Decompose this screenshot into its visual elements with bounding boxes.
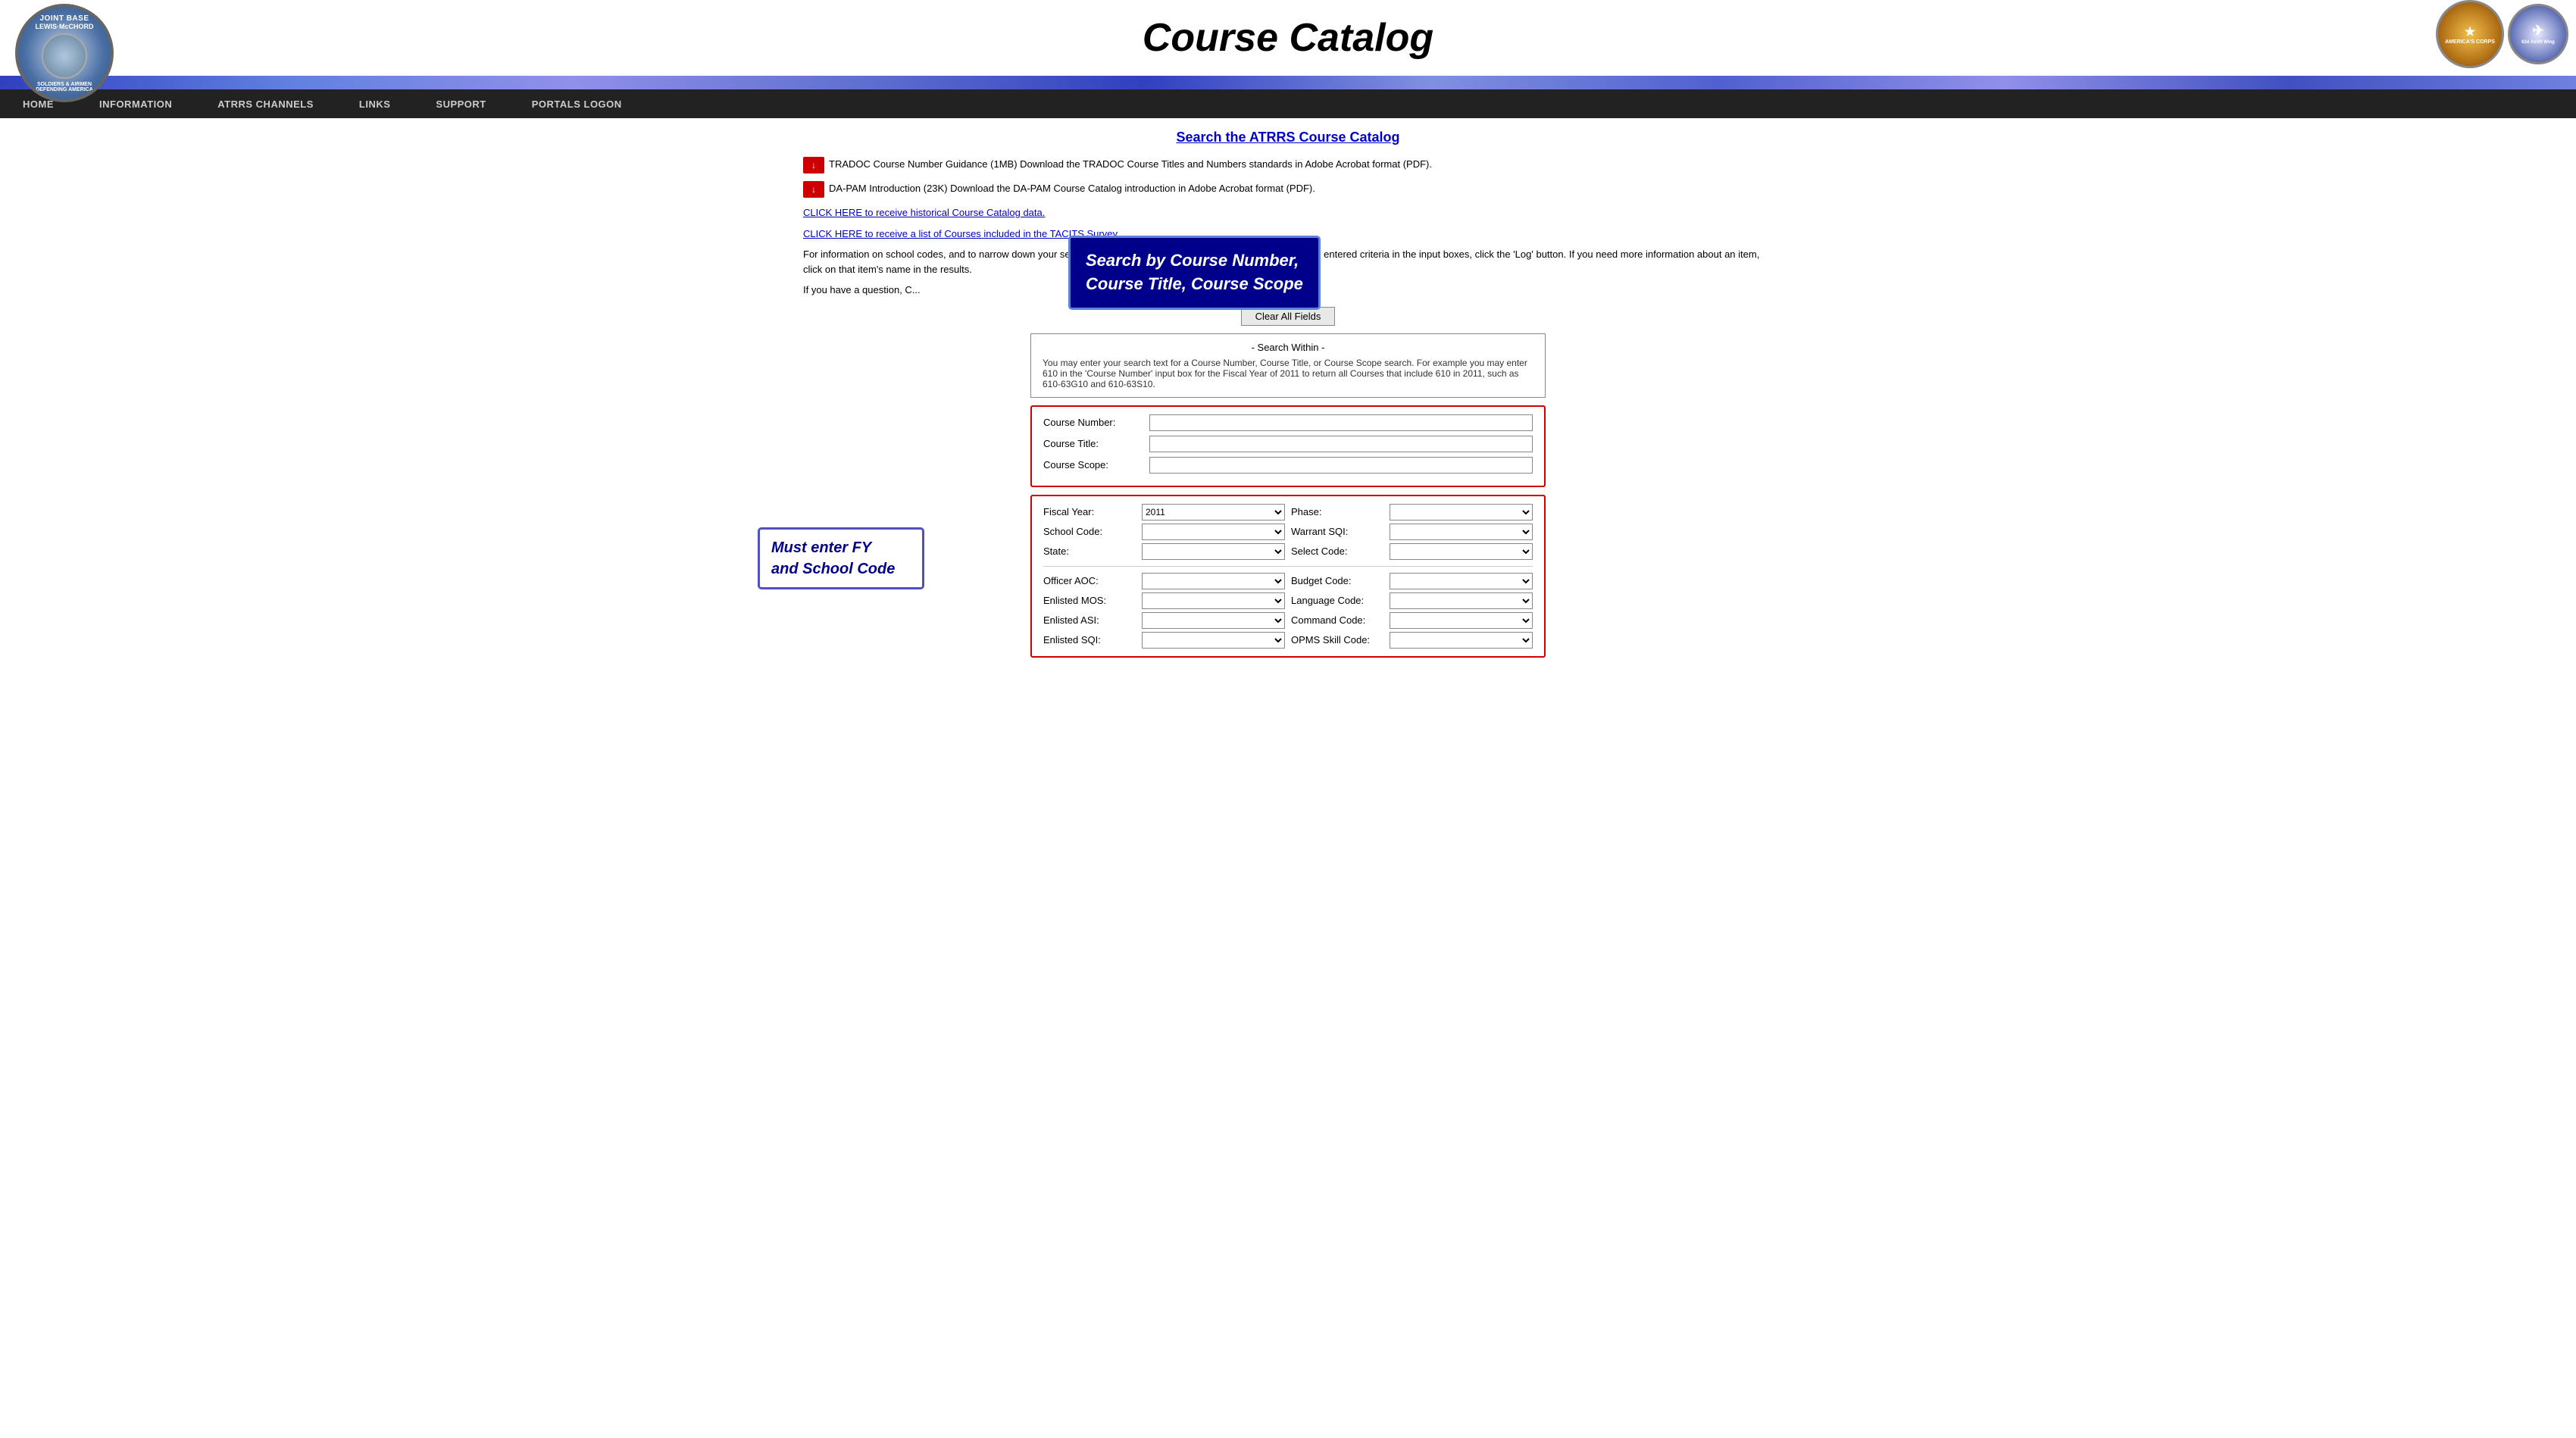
command-code-select[interactable] [1390,612,1533,629]
mos-language-row: Enlisted MOS: Language Code: [1043,592,1533,609]
command-code-col: Command Code: [1291,612,1533,629]
course-title-row: Course Title: [1043,436,1533,452]
search-within-box: - Search Within - You may enter your sea… [1030,333,1546,398]
sqi-opms-row: Enlisted SQI: OPMS Skill Code: [1043,632,1533,649]
course-scope-input[interactable] [1149,457,1533,474]
course-fields-group: Course Number: Course Title: Course Scop… [1030,405,1546,487]
state-label: State: [1043,546,1142,557]
phase-label: Phase: [1291,506,1390,517]
warrant-sqi-select[interactable] [1390,524,1533,540]
course-number-row: Course Number: [1043,414,1533,431]
aoc-budget-row: Officer AOC: Budget Code: [1043,573,1533,589]
enlisted-sqi-label: Enlisted SQI: [1043,634,1142,646]
dapam-line: DA-PAM Introduction (23K) Download the D… [803,181,1773,198]
blue-bar [0,76,2576,89]
enlisted-mos-label: Enlisted MOS: [1043,595,1142,606]
course-scope-label: Course Scope: [1043,459,1149,470]
nav-bar: HOME INFORMATION ATRRS CHANNELS LINKS SU… [0,89,2576,118]
logo-jblm: JOINT BASE LEWIS·McCHORD SOLDIERS & AIRM… [15,4,114,102]
course-number-label: Course Number: [1043,417,1149,428]
tradoc-text: TRADOC Course Number Guidance (1MB) Down… [829,157,1432,172]
school-warrant-row: School Code: Warrant SQI: [1043,524,1533,540]
filter-fields-group: Fiscal Year: 2011 2010 2012 Phase: [1030,495,1546,658]
language-code-select[interactable] [1390,592,1533,609]
officer-aoc-select[interactable] [1142,573,1285,589]
main-content: Search the ATRRS Course Catalog TRADOC C… [758,118,1818,677]
opms-skill-label: OPMS Skill Code: [1291,634,1390,646]
school-code-col: School Code: [1043,524,1285,540]
header: JOINT BASE LEWIS·McCHORD SOLDIERS & AIRM… [0,0,2576,76]
warrant-sqi-col: Warrant SQI: [1291,524,1533,540]
budget-code-label: Budget Code: [1291,575,1390,586]
officer-aoc-col: Officer AOC: [1043,573,1285,589]
dapam-text: DA-PAM Introduction (23K) Download the D… [829,181,1315,196]
budget-code-col: Budget Code: [1291,573,1533,589]
select-code-label: Select Code: [1291,546,1390,557]
page-title: Course Catalog [1143,8,1433,68]
search-within-title: - Search Within - [1043,342,1533,353]
course-number-input[interactable] [1149,414,1533,431]
phase-col: Phase: [1291,504,1533,520]
click-here-1: CLICK HERE to receive historical Course … [803,205,1773,220]
search-catalog-title[interactable]: Search the ATRRS Course Catalog [803,130,1773,145]
course-scope-row: Course Scope: [1043,457,1533,474]
nav-atrrs-channels[interactable]: ATRRS CHANNELS [195,89,336,118]
command-code-label: Command Code: [1291,614,1390,626]
search-tooltip: Search by Course Number,Course Title, Co… [1068,236,1321,310]
asi-command-row: Enlisted ASI: Command Code: [1043,612,1533,629]
nav-links[interactable]: LINKS [336,89,414,118]
state-col: State: [1043,543,1285,560]
select-code-col: Select Code: [1291,543,1533,560]
select-code-select[interactable] [1390,543,1533,560]
enlisted-sqi-col: Enlisted SQI: [1043,632,1285,649]
enlisted-asi-label: Enlisted ASI: [1043,614,1142,626]
nav-support[interactable]: SUPPORT [413,89,508,118]
course-title-label: Course Title: [1043,438,1149,449]
tradoc-download-icon[interactable] [803,157,824,173]
tradoc-line: TRADOC Course Number Guidance (1MB) Down… [803,157,1773,173]
officer-aoc-label: Officer AOC: [1043,575,1142,586]
enlisted-asi-select[interactable] [1142,612,1285,629]
dapam-download-icon[interactable] [803,181,824,198]
course-search-section: Course Number: Course Title: Course Scop… [1030,405,1546,658]
enlisted-sqi-select[interactable] [1142,632,1285,649]
language-code-col: Language Code: [1291,592,1533,609]
state-select[interactable] [1142,543,1285,560]
nav-portals-logon[interactable]: PORTALS LOGON [509,89,645,118]
search-tooltip-text: Search by Course Number,Course Title, Co… [1086,249,1303,296]
fy-phase-row: Fiscal Year: 2011 2010 2012 Phase: [1043,504,1533,520]
school-code-label: School Code: [1043,526,1142,537]
phase-select[interactable] [1390,504,1533,520]
fiscal-year-label: Fiscal Year: [1043,506,1142,517]
opms-skill-select[interactable] [1390,632,1533,649]
header-logos-right: ★ AMERICA'S CORPS ✈ 62d Airlift Wing [2436,0,2568,68]
state-selectcode-row: State: Select Code: [1043,543,1533,560]
language-code-label: Language Code: [1291,595,1390,606]
must-enter-box: Must enter FYand School Code [758,527,924,589]
fiscal-year-col: Fiscal Year: 2011 2010 2012 [1043,504,1285,520]
click-here-1-link[interactable]: CLICK HERE to receive historical Course … [803,207,1045,218]
enlisted-asi-col: Enlisted ASI: [1043,612,1285,629]
warrant-sqi-label: Warrant SQI: [1291,526,1390,537]
budget-code-select[interactable] [1390,573,1533,589]
must-enter-text: Must enter FYand School Code [771,537,911,580]
enlisted-mos-select[interactable] [1142,592,1285,609]
course-title-input[interactable] [1149,436,1533,452]
fiscal-year-select[interactable]: 2011 2010 2012 [1142,504,1285,520]
enlisted-mos-col: Enlisted MOS: [1043,592,1285,609]
school-code-select[interactable] [1142,524,1285,540]
opms-skill-col: OPMS Skill Code: [1291,632,1533,649]
search-within-desc: You may enter your search text for a Cou… [1043,358,1533,389]
